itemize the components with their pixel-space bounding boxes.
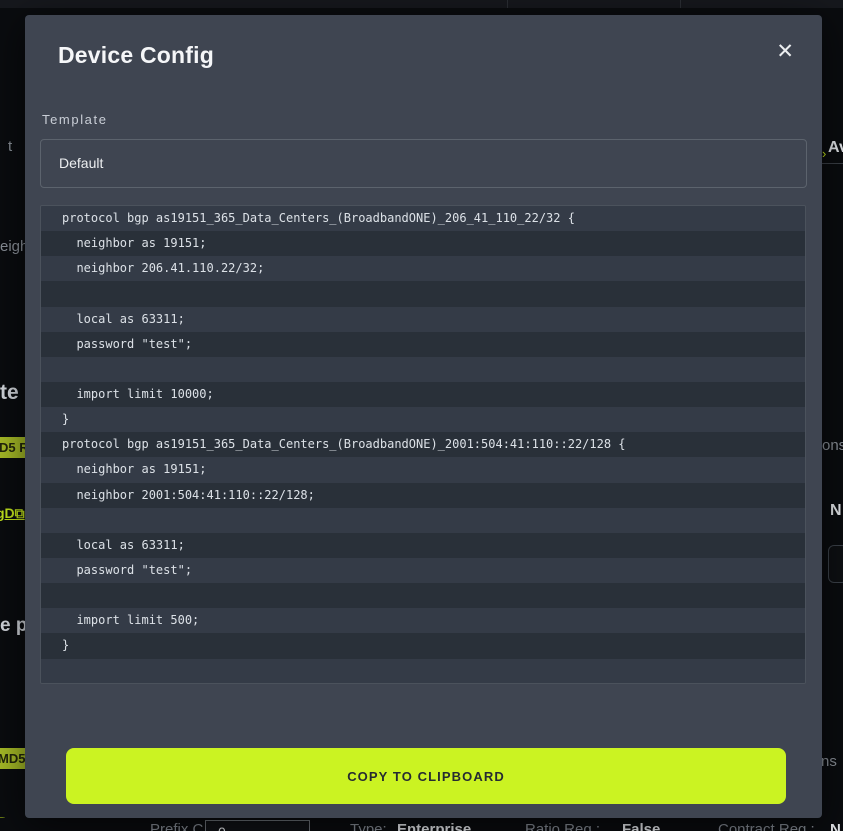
code-line: } bbox=[41, 633, 805, 658]
backdrop-fragment: Av bbox=[828, 139, 843, 157]
code-line: local as 63311; bbox=[41, 533, 805, 558]
input-box-fragment bbox=[828, 545, 843, 583]
prefix-count-label: Prefix C bbox=[150, 821, 203, 831]
divider-line bbox=[822, 163, 843, 164]
code-line: protocol bgp as19151_365_Data_Centers_(B… bbox=[41, 432, 805, 457]
device-config-code: protocol bgp as19151_365_Data_Centers_(B… bbox=[40, 205, 806, 684]
code-line bbox=[41, 508, 805, 533]
code-line bbox=[41, 659, 805, 684]
code-line: password "test"; bbox=[41, 558, 805, 583]
backdrop-fragment: t bbox=[8, 138, 12, 155]
backdrop-fragment: ns bbox=[821, 753, 837, 770]
template-label: Template bbox=[42, 112, 108, 127]
backdrop-fragment: ons bbox=[822, 437, 843, 454]
code-line bbox=[41, 583, 805, 608]
code-line: } bbox=[41, 407, 805, 432]
contract-req-value: N bbox=[830, 821, 841, 831]
backdrop-bottom-row: Prefix C 0 Type: Enterprise Ratio Req.: … bbox=[0, 818, 843, 831]
code-line bbox=[41, 357, 805, 382]
backdrop-fragment: N bbox=[830, 502, 842, 520]
code-line: import limit 500; bbox=[41, 608, 805, 633]
top-nav-bar: Summary Peering Networks Policies Templa… bbox=[0, 0, 843, 8]
lime-tick-fragment: › bbox=[822, 146, 826, 161]
code-line: neighbor 206.41.110.22/32; bbox=[41, 256, 805, 281]
code-line: password "test"; bbox=[41, 332, 805, 357]
code-line: neighbor 2001:504:41:110::22/128; bbox=[41, 483, 805, 508]
prefix-count-input[interactable]: 0 bbox=[205, 820, 310, 831]
close-icon[interactable]: ✕ bbox=[776, 41, 794, 62]
nav-divider bbox=[507, 0, 508, 8]
type-value: Enterprise bbox=[397, 821, 471, 831]
external-link-fragment[interactable]: gD⧉ bbox=[0, 505, 25, 522]
ratio-req-value: False bbox=[622, 821, 660, 831]
code-line: import limit 10000; bbox=[41, 382, 805, 407]
code-line: neighbor as 19151; bbox=[41, 457, 805, 482]
code-line: neighbor as 19151; bbox=[41, 231, 805, 256]
code-line bbox=[41, 281, 805, 306]
ratio-req-label: Ratio Req.: bbox=[525, 821, 600, 831]
copy-to-clipboard-button[interactable]: COPY TO CLIPBOARD bbox=[66, 748, 786, 804]
template-select[interactable]: Default bbox=[40, 139, 807, 188]
device-config-modal: Device Config ✕ Template Default protoco… bbox=[25, 15, 822, 818]
modal-title: Device Config bbox=[58, 42, 214, 69]
code-line: local as 63311; bbox=[41, 307, 805, 332]
nav-divider bbox=[680, 0, 681, 8]
type-label: Type: bbox=[350, 821, 387, 831]
code-line: protocol bgp as19151_365_Data_Centers_(B… bbox=[41, 206, 805, 231]
contract-req-label: Contract Req.: bbox=[718, 821, 815, 831]
backdrop-fragment: te bbox=[0, 381, 19, 405]
